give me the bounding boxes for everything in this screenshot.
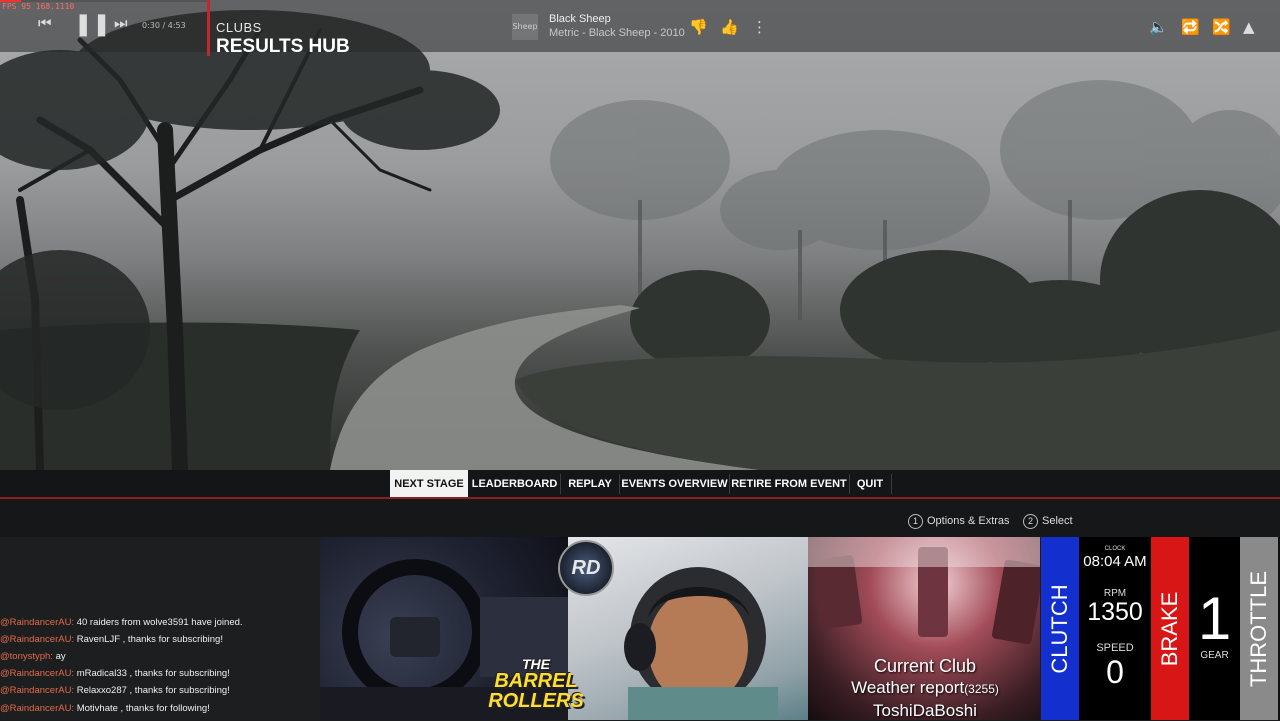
chat-line: @RaindancerAU: Relaxxo287 , thanks for s…: [0, 685, 230, 696]
menu-retire-from-event[interactable]: RETIRE FROM EVENT: [730, 470, 848, 498]
rd-logo: RD: [558, 540, 614, 596]
menu-divider: [891, 474, 892, 494]
album-thumbnail[interactable]: Sheep: [512, 14, 538, 40]
chat-user: @RaindancerAU:: [0, 703, 75, 714]
pause-icon[interactable]: ❚❚: [74, 12, 111, 37]
thumbs-down-icon[interactable]: 👎: [689, 18, 708, 36]
current-club-label: Current Club: [873, 656, 977, 676]
section-label: CLUBS: [216, 20, 262, 35]
stream-chat: @RaindancerAU: 40 raiders from wolve3591…: [0, 537, 320, 720]
volume-icon[interactable]: 🔈: [1149, 18, 1168, 36]
time-label: 0:30 / 4:53: [142, 21, 186, 30]
menu-quit[interactable]: QUIT: [850, 470, 890, 498]
hint-bar: [0, 499, 1280, 537]
weather-label: Weather report: [851, 678, 965, 697]
repeat-icon[interactable]: 🔁: [1181, 18, 1200, 36]
shuffle-icon[interactable]: 🔀: [1212, 18, 1231, 36]
menu-replay[interactable]: REPLAY: [561, 470, 619, 498]
hint-options[interactable]: 1 Options & Extras: [908, 514, 1010, 529]
club-info: Current Club Weather report(3255) ToshiD…: [830, 656, 1020, 721]
chat-line: @tonystyph: ay: [0, 651, 66, 662]
throttle-bar: THROTTLE: [1240, 537, 1278, 720]
speed-value: 0: [1106, 654, 1124, 690]
chat-line: @RaindancerAU: mRadical33 , thanks for s…: [0, 668, 230, 679]
barrel-rollers-logo: THE BARREL ROLLERS: [486, 657, 586, 711]
thumbs-up-icon[interactable]: 👍: [720, 18, 739, 36]
button-2-icon: 2: [1023, 514, 1038, 529]
game-scene: [0, 0, 1280, 470]
chat-message: Relaxxo287 , thanks for subscribing!: [76, 685, 230, 696]
gear-label: GEAR: [1200, 650, 1229, 661]
gear-value: 1: [1197, 585, 1232, 652]
chat-line: @RaindancerAU: RavenLJF , thanks for sub…: [0, 634, 223, 645]
hint-select-label: Select: [1042, 515, 1073, 527]
gear-panel: 1 GEAR: [1189, 537, 1240, 720]
chat-user: @tonystyph:: [0, 651, 53, 662]
chat-user: @RaindancerAU:: [0, 617, 75, 628]
chat-user: @RaindancerAU:: [0, 685, 75, 696]
foggy-forest-scene: [0, 10, 1280, 470]
telemetry-panel: CLOCK 08:04 AM RPM 1350 SPEED 0: [1079, 537, 1151, 720]
logo-text: ROLLERS: [488, 690, 584, 712]
menu-leaderboard[interactable]: LEADERBOARD: [470, 470, 559, 498]
chat-message: ay: [55, 651, 66, 662]
weather-count: (3255): [964, 682, 999, 696]
previous-icon[interactable]: ⏮: [38, 14, 52, 32]
chat-message: Motivhate , thanks for following!: [76, 703, 210, 714]
clutch-bar: CLUTCH: [1041, 537, 1079, 720]
logo-text: BARREL: [494, 670, 578, 692]
club-user: ToshiDaBoshi: [873, 701, 977, 720]
logo-text: THE: [522, 656, 550, 672]
speed-label: SPEED: [1096, 642, 1134, 654]
brake-label: BRAKE: [1157, 591, 1182, 666]
chat-line: @RaindancerAU: Motivhate , thanks for fo…: [0, 703, 210, 714]
brake-bar: BRAKE: [1151, 537, 1189, 720]
hint-select[interactable]: 2 Select: [1023, 514, 1073, 529]
menu-events-overview[interactable]: EVENTS OVERVIEW: [620, 470, 729, 498]
weather-report: Weather report(3255): [830, 677, 1020, 700]
chat-message: 40 raiders from wolve3591 have joined.: [76, 617, 243, 628]
chat-line: @RaindancerAU: 40 raiders from wolve3591…: [0, 617, 243, 628]
hint-options-label: Options & Extras: [927, 515, 1010, 527]
chat-user: @RaindancerAU:: [0, 668, 75, 679]
clock-value: 08:04 AM: [1083, 553, 1147, 570]
fps-counter: FPS 95 168.1110: [2, 2, 75, 11]
button-1-icon: 1: [908, 514, 923, 529]
next-icon[interactable]: ⏭: [114, 14, 128, 32]
more-icon[interactable]: ⋮: [752, 18, 767, 36]
chat-message: RavenLJF , thanks for subscribing!: [76, 634, 223, 645]
song-title: Black Sheep: [549, 13, 611, 25]
clock-label: CLOCK: [1104, 546, 1126, 552]
chat-user: @RaindancerAU:: [0, 634, 75, 645]
page-title: RESULTS HUB: [216, 36, 350, 57]
song-meta: Metric - Black Sheep - 2010: [549, 27, 685, 39]
clutch-label: CLUTCH: [1047, 583, 1072, 674]
accent-bar: [207, 0, 210, 56]
expand-icon[interactable]: ▲: [1243, 18, 1255, 36]
chat-message: mRadical33 , thanks for subscribing!: [76, 668, 230, 679]
menu-next-stage[interactable]: NEXT STAGE: [390, 470, 468, 498]
throttle-label: THROTTLE: [1246, 570, 1271, 687]
rpm-value: 1350: [1087, 598, 1143, 626]
media-player-bar: FPS 95 168.1110 ⏮ ❚❚ ⏭ 0:30 / 4:53 Sheep…: [0, 0, 1280, 52]
